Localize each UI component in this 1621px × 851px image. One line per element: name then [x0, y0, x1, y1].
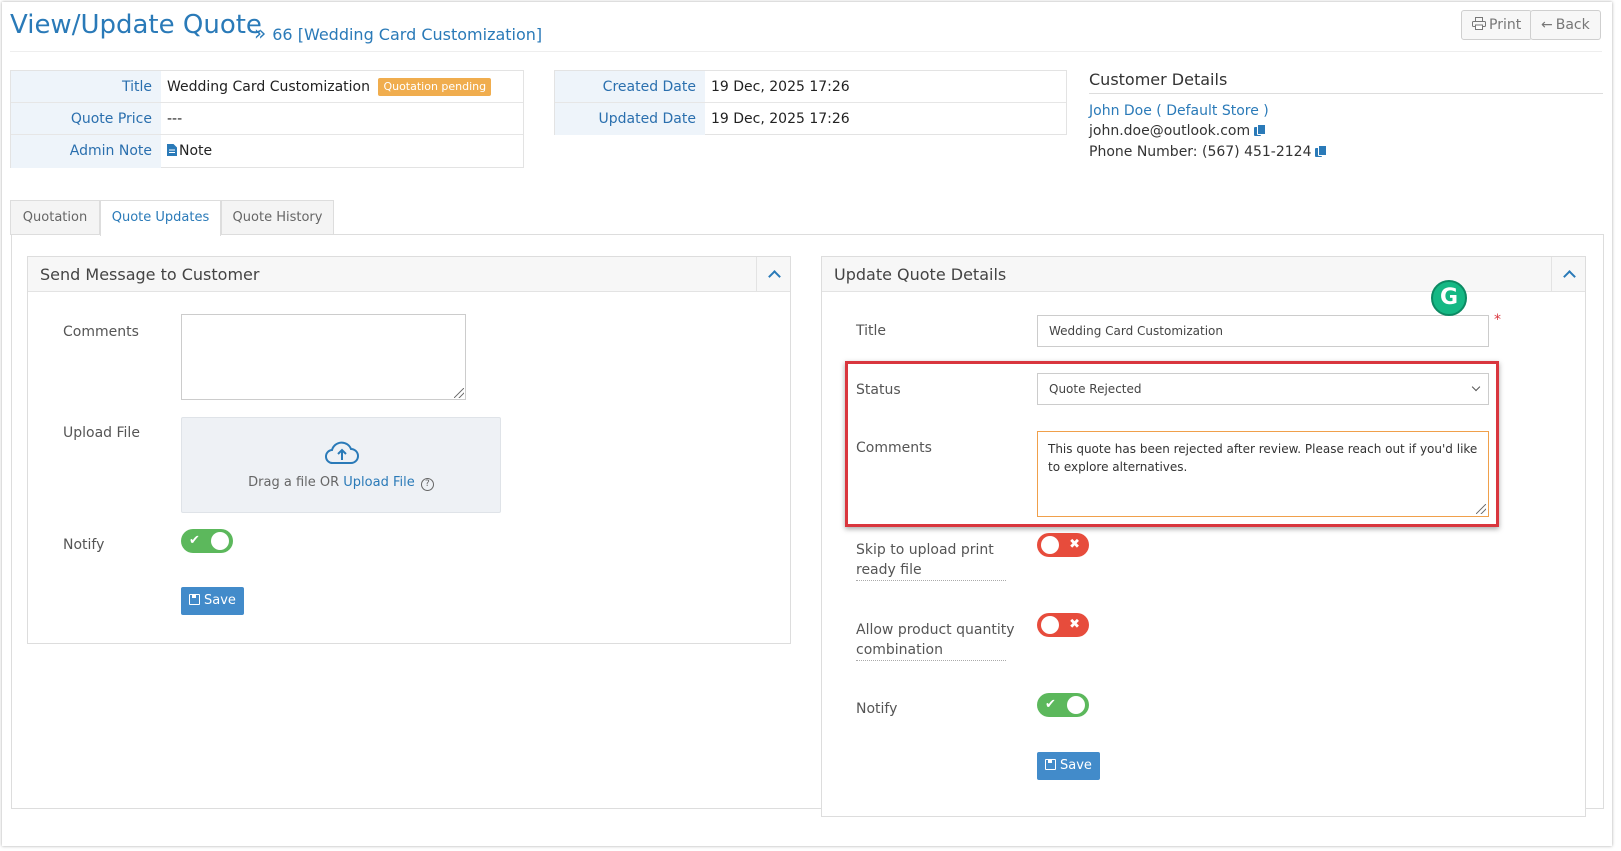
- status-badge: Quotation pending: [378, 78, 492, 96]
- dates-table: Created Date 19 Dec, 2025 17:26 Updated …: [554, 70, 1067, 135]
- copy-icon[interactable]: [1315, 145, 1328, 157]
- quote-price-value: ---: [167, 111, 183, 127]
- admin-note-link[interactable]: Note: [161, 135, 212, 168]
- upload-dropzone[interactable]: Drag a file OR Upload File ?: [181, 417, 501, 513]
- required-indicator: *: [1494, 312, 1501, 328]
- customer-name-link[interactable]: John Doe ( Default Store ): [1089, 103, 1269, 119]
- highlight-box: [845, 361, 1499, 527]
- document-icon: [167, 144, 177, 156]
- admin-note-link-label: Note: [179, 143, 213, 159]
- back-button[interactable]: ← Back: [1530, 10, 1601, 40]
- customer-email-row: john.doe@outlook.com: [1089, 123, 1267, 139]
- grammarly-icon[interactable]: G: [1431, 280, 1467, 316]
- skip-upload-label: Skip to upload print ready file: [856, 542, 994, 578]
- arrow-left-icon: ←: [1541, 17, 1553, 33]
- panel-header: Send Message to Customer: [28, 257, 790, 292]
- print-label: Print: [1489, 17, 1522, 33]
- question-circle-icon[interactable]: ?: [420, 478, 434, 491]
- check-icon: ✔: [189, 533, 200, 548]
- customer-details-heading: Customer Details: [1089, 70, 1228, 89]
- updated-date-label: Updated Date: [555, 103, 705, 135]
- admin-note-label: Admin Note: [11, 135, 161, 168]
- quote-title-label: Title: [856, 323, 887, 339]
- toggle-knob: [1067, 696, 1085, 714]
- created-date-value: 19 Dec, 2025 17:26: [711, 79, 850, 95]
- copy-icon[interactable]: [1254, 124, 1267, 136]
- quote-title-input[interactable]: Wedding Card Customization: [1037, 315, 1489, 347]
- printer-icon: [1472, 17, 1486, 30]
- page-title: View/Update Quote: [10, 10, 262, 40]
- notify-label: Notify: [63, 537, 105, 553]
- skip-upload-toggle[interactable]: ✖: [1037, 533, 1089, 557]
- page-frame: View/Update Quote » 66 [Wedding Card Cust…: [2, 2, 1612, 846]
- cloud-upload-icon: [325, 441, 359, 464]
- double-chevron-right-icon: »: [254, 21, 267, 45]
- toggle-knob: [211, 532, 229, 550]
- x-icon: ✖: [1069, 537, 1080, 552]
- panel-title: Update Quote Details: [834, 265, 1007, 284]
- floppy-disk-icon: [1045, 759, 1056, 770]
- quote-info-table: Title Wedding Card Customization Quotati…: [10, 70, 524, 168]
- updated-date-value: 19 Dec, 2025 17:26: [711, 111, 850, 127]
- upload-instructions: Drag a file OR Upload File ?: [182, 475, 500, 491]
- header-divider: [10, 51, 1602, 52]
- upload-file-link[interactable]: Upload File: [343, 475, 414, 490]
- update-notify-label: Notify: [856, 701, 898, 717]
- toggle-knob: [1041, 616, 1059, 634]
- allow-quantity-toggle[interactable]: ✖: [1037, 613, 1089, 637]
- customer-phone: Phone Number: (567) 451-2124: [1089, 144, 1312, 160]
- chevron-up-icon[interactable]: [756, 257, 790, 292]
- upload-file-label: Upload File: [63, 425, 140, 441]
- breadcrumb-label[interactable]: 66 [Wedding Card Customization]: [272, 25, 542, 44]
- update-save-button[interactable]: Save: [1037, 752, 1100, 780]
- comments-label: Comments: [63, 324, 139, 340]
- created-date-label: Created Date: [555, 71, 705, 102]
- label-underline: [856, 660, 1006, 661]
- tab-quotation[interactable]: Quotation: [10, 200, 100, 235]
- print-button[interactable]: Print: [1461, 10, 1533, 40]
- floppy-disk-icon: [189, 594, 200, 605]
- created-row: Created Date 19 Dec, 2025 17:26: [555, 71, 1066, 103]
- customer-divider: [1089, 93, 1603, 94]
- x-icon: ✖: [1069, 617, 1080, 632]
- info-row-admin-note: Admin Note Note: [11, 135, 523, 168]
- label-underline: [856, 580, 1006, 581]
- toggle-knob: [1041, 536, 1059, 554]
- updated-row: Updated Date 19 Dec, 2025 17:26: [555, 103, 1066, 135]
- allow-quantity-label: Allow product quantity combination: [856, 622, 1015, 658]
- title-value: Wedding Card Customization: [167, 79, 370, 95]
- tab-quote-updates[interactable]: Quote Updates: [100, 200, 221, 236]
- resize-handle-icon[interactable]: [454, 388, 464, 398]
- save-button[interactable]: Save: [181, 587, 244, 615]
- upload-text: Drag a file OR: [248, 475, 340, 490]
- customer-email: john.doe@outlook.com: [1089, 123, 1251, 139]
- update-save-label: Save: [1060, 758, 1092, 773]
- panel-title: Send Message to Customer: [40, 265, 260, 284]
- breadcrumb[interactable]: » 66 [Wedding Card Customization]: [254, 21, 542, 45]
- customer-phone-row: Phone Number: (567) 451-2124: [1089, 144, 1328, 160]
- panel-header: Update Quote Details: [822, 257, 1585, 292]
- tab-quote-history[interactable]: Quote History: [221, 200, 334, 235]
- title-label: Title: [11, 71, 161, 102]
- notify-toggle[interactable]: ✔: [181, 529, 233, 553]
- info-row-price: Quote Price ---: [11, 103, 523, 135]
- comments-textarea[interactable]: [181, 314, 466, 400]
- check-icon: ✔: [1045, 697, 1056, 712]
- save-label: Save: [204, 593, 236, 608]
- chevron-up-icon[interactable]: [1551, 257, 1585, 292]
- update-notify-toggle[interactable]: ✔: [1037, 693, 1089, 717]
- back-label: Back: [1555, 17, 1590, 33]
- title-value-cell: Wedding Card Customization Quotation pen…: [161, 71, 492, 102]
- info-row-title: Title Wedding Card Customization Quotati…: [11, 71, 523, 103]
- quote-price-label: Quote Price: [11, 103, 161, 134]
